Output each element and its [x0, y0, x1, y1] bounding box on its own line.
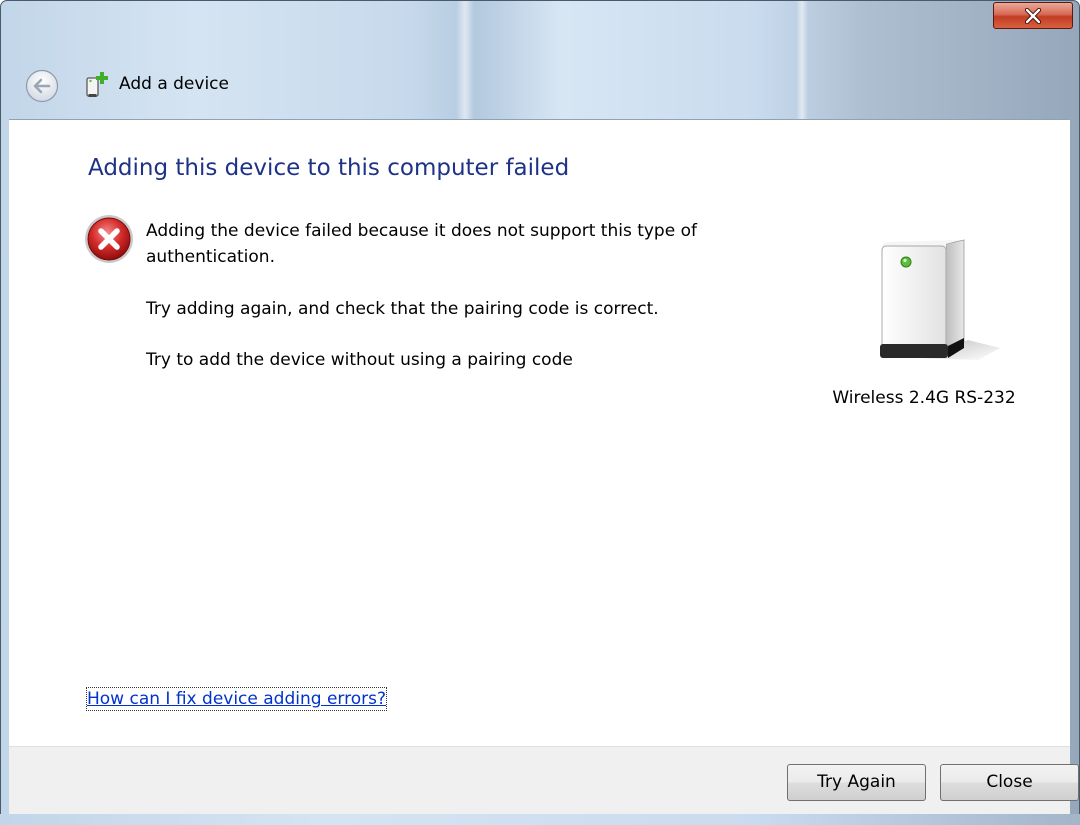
suggestion-retry: Try adding again, and check that the pai… [146, 299, 659, 319]
device-tower-icon [860, 230, 1010, 380]
suggestion-no-pairing-code: Try to add the device without using a pa… [146, 350, 573, 370]
back-button[interactable] [25, 69, 59, 103]
glass-highlight [796, 1, 808, 119]
window-frame-bottom [0, 814, 1080, 825]
close-button[interactable]: Close [940, 764, 1079, 801]
device-name: Wireless 2.4G RS-232 [832, 388, 1016, 408]
error-message: Adding the device failed because it does… [146, 221, 697, 267]
page-heading: Adding this device to this computer fail… [88, 155, 570, 181]
help-link[interactable]: How can I fix device adding errors? [86, 687, 387, 711]
window-title: Add a device [119, 74, 229, 94]
window-close-button[interactable] [993, 2, 1073, 29]
back-arrow-icon [25, 69, 59, 103]
content-pane [9, 119, 1070, 747]
add-device-icon [82, 70, 112, 100]
error-icon [82, 212, 136, 266]
try-again-button[interactable]: Try Again [787, 764, 926, 801]
glass-highlight [456, 1, 474, 119]
close-icon [1024, 7, 1042, 24]
